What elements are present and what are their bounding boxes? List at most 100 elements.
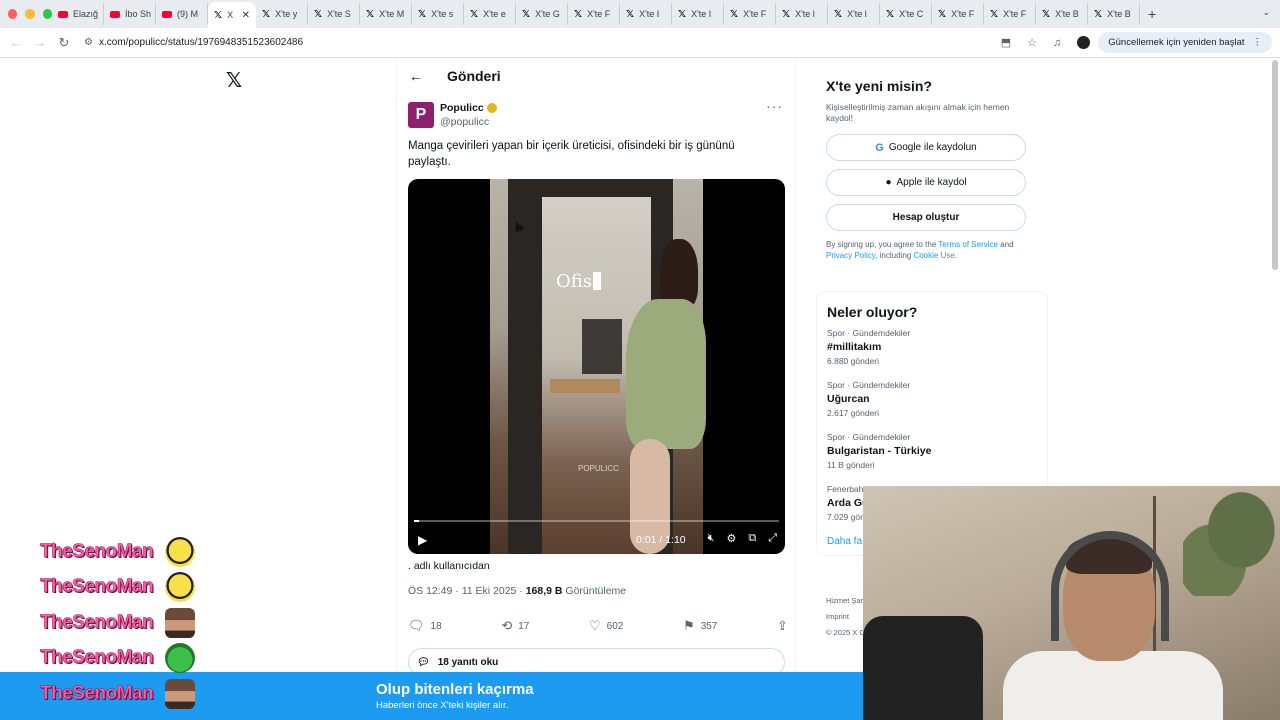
video-player[interactable]: Ofis POPULICC ▶ 0:01 / 1:10 🔇︎ ⚙ ⧉ ⤢: [408, 179, 785, 554]
bookmark-star-icon[interactable]: ☆: [1027, 36, 1037, 49]
x-icon: 𝕏: [214, 9, 223, 21]
pip-icon[interactable]: ⧉: [748, 532, 756, 545]
video-caption-text: Ofis: [556, 271, 592, 292]
signup-card: X'te yeni misin? Kişiselleştirilmiş zama…: [816, 66, 1048, 269]
privacy-link[interactable]: Privacy Policy: [826, 251, 875, 260]
tab-label: X'te S: [327, 9, 351, 19]
browser-tab[interactable]: 𝕏 X'te y: [256, 3, 308, 25]
play-icon[interactable]: ▶: [418, 533, 427, 547]
chat-bubble-icon: 💬︎: [417, 656, 430, 668]
browser-tab[interactable]: 𝕏 X'te I: [672, 3, 724, 25]
page-scrollbar[interactable]: [1272, 60, 1278, 270]
settings-gear-icon[interactable]: ⚙: [726, 532, 736, 545]
browser-tab[interactable]: 𝕏 X'te B: [1088, 3, 1140, 25]
browser-tab[interactable]: 𝕏 X'te I: [620, 3, 672, 25]
address-bar[interactable]: x.com/populicc/status/197694835152360248…: [99, 37, 993, 48]
author-name-row[interactable]: Populicc: [440, 102, 497, 114]
man-emote: [165, 607, 196, 638]
like-button[interactable]: ♡ 602: [589, 618, 623, 634]
trend-item[interactable]: Spor · Gündemdekiler #millitakım 6.880 gön…: [827, 328, 1037, 366]
update-relaunch-label: Güncellemek için yeniden başlat: [1108, 37, 1245, 48]
profile-avatar[interactable]: [1077, 36, 1091, 49]
fullscreen-icon[interactable]: ⤢: [768, 532, 777, 545]
video-controls: 🔇︎ ⚙ ⧉ ⤢: [708, 532, 777, 545]
verified-badge-icon: [486, 103, 497, 113]
forward-button[interactable]: →: [28, 35, 52, 50]
repost-button[interactable]: ⟲ 17: [501, 618, 529, 634]
video-watermark: POPULICC: [578, 464, 619, 473]
close-window-button[interactable]: [8, 9, 18, 19]
reload-button[interactable]: ↻: [52, 35, 76, 51]
trend-item[interactable]: Spor · Gündemdekiler Uğurcan 2.617 gönderi: [827, 380, 1037, 418]
close-tab-icon[interactable]: ✕: [242, 10, 250, 21]
browser-tab[interactable]: 𝕏 X'te B: [1036, 3, 1088, 25]
tab-label: (9) M: [177, 9, 198, 19]
x-icon: 𝕏: [834, 8, 843, 20]
google-signup-button[interactable]: G Google ile kaydolun: [826, 134, 1026, 161]
tab-label: X'te G: [535, 9, 560, 19]
terms-link[interactable]: Terms of Service: [938, 240, 998, 249]
browser-tab[interactable]: 𝕏 X'te F: [932, 3, 984, 25]
browser-tab[interactable]: 𝕏 X'te C: [880, 3, 932, 25]
browser-tab[interactable]: 𝕏 X ✕: [208, 2, 256, 28]
browser-tab[interactable]: 𝕏 X'te F: [984, 3, 1036, 25]
mute-icon[interactable]: 🔇︎: [708, 532, 715, 545]
browser-tab[interactable]: 𝕏 X'te G: [516, 3, 568, 25]
apple-signup-button[interactable]: ● Apple ile kaydol: [826, 169, 1026, 196]
more-options-icon[interactable]: ···: [766, 98, 783, 114]
back-button[interactable]: ←: [4, 35, 28, 50]
google-icon: G: [875, 141, 884, 154]
tab-search-chevron-icon[interactable]: ⌄: [1262, 7, 1270, 18]
browser-tab[interactable]: 𝕏 X'te F: [568, 3, 620, 25]
x-icon: 𝕏: [262, 8, 271, 20]
apple-signup-label: Apple ile kaydol: [896, 177, 967, 188]
cookie-link[interactable]: Cookie Use: [913, 251, 954, 260]
post-timestamp[interactable]: ÖS 12:49 · 11 Eki 2025 ·: [408, 585, 526, 597]
install-app-icon[interactable]: ⬒: [1001, 36, 1011, 49]
author-name[interactable]: Populicc: [440, 102, 484, 114]
browser-tab[interactable]: İbo Sh: [104, 3, 156, 25]
zoom-window-button[interactable]: [42, 9, 52, 19]
footer-link-imprint[interactable]: Imprint: [826, 609, 865, 625]
share-button[interactable]: ⇪: [777, 618, 788, 634]
reply-button[interactable]: 🗨︎ 18: [408, 618, 442, 634]
update-relaunch-button[interactable]: Güncellemek için yeniden başlat ⋮: [1098, 32, 1272, 53]
author-handle[interactable]: @populicc: [440, 116, 497, 128]
x-icon: 𝕏: [730, 8, 739, 20]
site-info-icon[interactable]: ⚙: [84, 37, 93, 48]
trend-item[interactable]: Spor · Gündemdekiler Bulgaristan - Türkiy…: [827, 432, 1037, 470]
footer-link-terms[interactable]: Hizmet Şar: [826, 593, 865, 609]
media-control-icon[interactable]: ♫: [1053, 37, 1061, 49]
browser-tab[interactable]: 𝕏 X'te l: [828, 3, 880, 25]
minimize-window-button[interactable]: [25, 9, 35, 19]
bookmark-button[interactable]: ⚑ 357: [683, 618, 717, 634]
browser-tab[interactable]: 𝕏 X'te s: [412, 3, 464, 25]
browser-tab[interactable]: 𝕏 X'te M: [360, 3, 412, 25]
footer-links: Hizmet Şar Imprint © 2025 X C: [826, 593, 865, 641]
browser-tab[interactable]: 𝕏 X'te e: [464, 3, 516, 25]
youtube-icon: [162, 10, 172, 18]
video-progress-bar[interactable]: [414, 520, 779, 522]
browser-tab[interactable]: Elazığ: [52, 3, 104, 25]
browser-tab[interactable]: (9) M: [156, 3, 208, 25]
browser-tab[interactable]: 𝕏 X'te l: [776, 3, 828, 25]
read-replies-label: 18 yanıtı oku: [437, 656, 499, 668]
page-title: Gönderi: [447, 68, 501, 84]
x-icon: 𝕏: [938, 8, 947, 20]
tab-label: X'te C: [899, 9, 924, 19]
chat-username: TheSenoMan: [40, 576, 154, 598]
browser-tab[interactable]: 𝕏 X'te S: [308, 3, 360, 25]
tab-label: X: [227, 10, 234, 20]
create-account-button[interactable]: Hesap oluştur: [826, 204, 1026, 231]
new-tab-button[interactable]: +: [1148, 6, 1156, 22]
repost-count: 17: [518, 620, 530, 632]
trend-name: Uğurcan: [827, 393, 870, 405]
back-arrow-icon[interactable]: ←: [409, 68, 423, 84]
browser-tab[interactable]: 𝕏 X'te F: [724, 3, 776, 25]
x-logo-icon[interactable]: 𝕏: [226, 68, 242, 92]
heart-icon: ♡: [589, 618, 601, 633]
footer-copyright: © 2025 X C: [826, 628, 865, 637]
avatar[interactable]: P: [408, 102, 434, 128]
youtube-icon: [58, 10, 68, 18]
more-menu-icon[interactable]: ⋮: [1253, 37, 1263, 48]
